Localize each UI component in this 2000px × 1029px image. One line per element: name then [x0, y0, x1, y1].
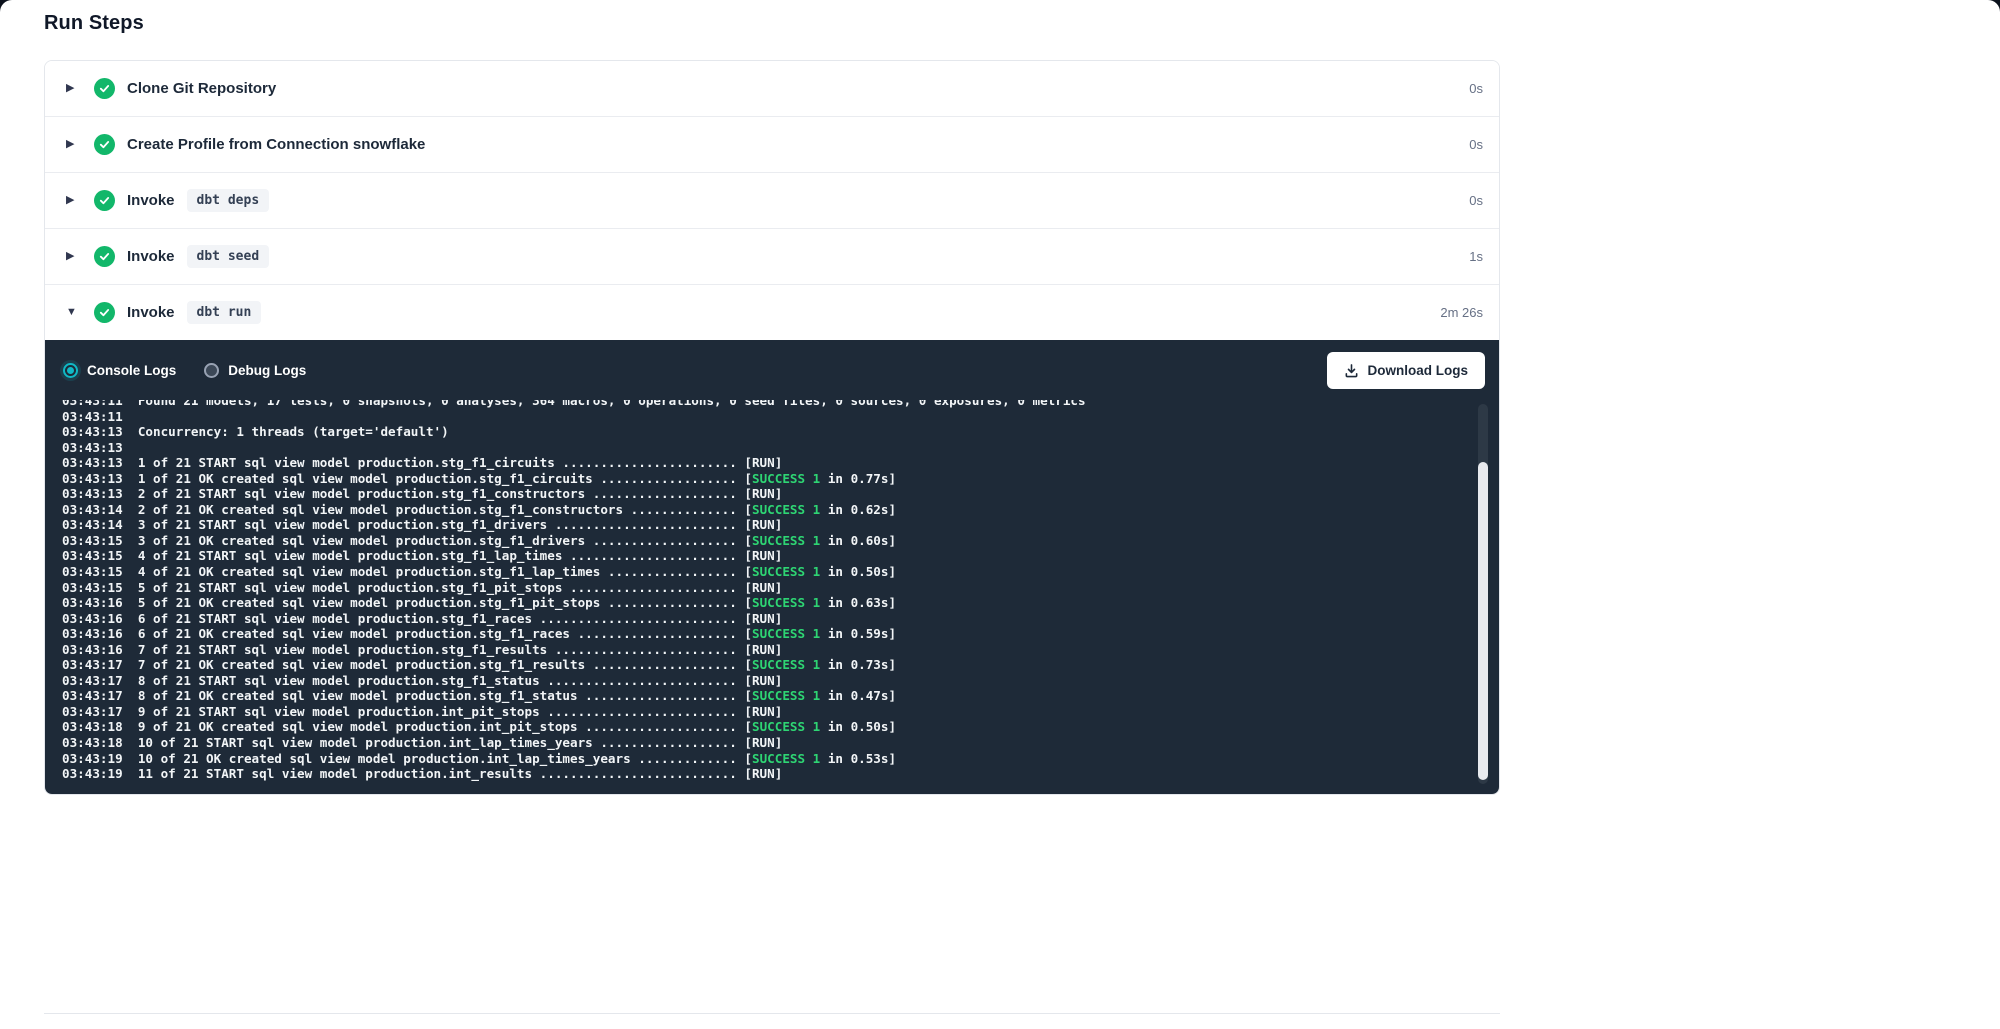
log-line: 03:43:14 3 of 21 START sql view model pr…	[62, 517, 1451, 533]
step-title: Invoke	[127, 192, 175, 209]
step-header[interactable]: Invoke dbt run 2m 26s	[45, 285, 1499, 340]
success-status: SUCCESS 1	[752, 502, 820, 517]
log-line: 03:43:15 4 of 21 OK created sql view mod…	[62, 564, 1451, 580]
caret-right-icon[interactable]	[66, 195, 81, 206]
log-line: 03:43:14 2 of 21 OK created sql view mod…	[62, 502, 1451, 518]
run-steps-list: Clone Git Repository 0s Create Profile f…	[44, 60, 1500, 795]
caret-down-icon[interactable]	[66, 307, 81, 318]
console-header: Console Logs Debug Logs Download Logs	[45, 340, 1499, 400]
success-status: SUCCESS 1	[752, 751, 820, 766]
success-status: SUCCESS 1	[752, 657, 820, 672]
log-line: 03:43:15 3 of 21 OK created sql view mod…	[62, 533, 1451, 549]
log-line: 03:43:15 4 of 21 START sql view model pr…	[62, 548, 1451, 564]
success-status: SUCCESS 1	[752, 471, 820, 486]
step-command-chip: dbt seed	[187, 245, 270, 268]
success-check-icon	[94, 190, 115, 211]
download-logs-label: Download Logs	[1368, 363, 1469, 378]
log-line: 03:43:18 10 of 21 START sql view model p…	[62, 735, 1451, 751]
step-duration: 0s	[1469, 193, 1483, 208]
success-check-icon	[94, 302, 115, 323]
step-create-profile: Create Profile from Connection snowflake…	[45, 116, 1499, 172]
step-duration: 0s	[1469, 137, 1483, 152]
step-clone-git-repository: Clone Git Repository 0s	[45, 61, 1499, 116]
log-line: 03:43:13 1 of 21 OK created sql view mod…	[62, 471, 1451, 487]
scrollbar-thumb[interactable]	[1478, 462, 1488, 780]
log-line: 03:43:11	[62, 409, 1451, 425]
log-line: 03:43:19 11 of 21 START sql view model p…	[62, 766, 1451, 782]
step-header[interactable]: Invoke dbt deps 0s	[45, 173, 1499, 228]
caret-right-icon[interactable]	[66, 83, 81, 94]
success-status: SUCCESS 1	[752, 564, 820, 579]
success-status: SUCCESS 1	[752, 595, 820, 610]
log-line: 03:43:16 6 of 21 START sql view model pr…	[62, 611, 1451, 627]
log-line: 03:43:13 2 of 21 START sql view model pr…	[62, 486, 1451, 502]
console-logs-radio[interactable]: Console Logs	[63, 363, 176, 378]
caret-right-icon[interactable]	[66, 251, 81, 262]
success-status: SUCCESS 1	[752, 533, 820, 548]
log-output[interactable]: 03:43:11 Found 21 models, 17 tests, 0 sn…	[45, 400, 1499, 794]
success-check-icon	[94, 134, 115, 155]
log-line: 03:43:13 1 of 21 START sql view model pr…	[62, 455, 1451, 471]
step-header[interactable]: Create Profile from Connection snowflake…	[45, 117, 1499, 172]
step-duration: 2m 26s	[1440, 305, 1483, 320]
success-check-icon	[94, 78, 115, 99]
success-status: SUCCESS 1	[752, 719, 820, 734]
step-dbt-seed: Invoke dbt seed 1s	[45, 228, 1499, 284]
log-line: 03:43:16 5 of 21 OK created sql view mod…	[62, 595, 1451, 611]
download-logs-button[interactable]: Download Logs	[1327, 352, 1486, 389]
log-line: 03:43:13 Concurrency: 1 threads (target=…	[62, 424, 1451, 440]
page: Run Steps Clone Git Repository 0s Create…	[0, 0, 2000, 1029]
caret-right-icon[interactable]	[66, 139, 81, 150]
log-line: 03:43:19 10 of 21 OK created sql view mo…	[62, 751, 1451, 767]
step-command-chip: dbt deps	[187, 189, 270, 212]
log-line: 03:43:16 7 of 21 START sql view model pr…	[62, 642, 1451, 658]
radio-unselected-icon	[204, 363, 219, 378]
log-line: 03:43:13	[62, 440, 1451, 456]
page-title: Run Steps	[44, 12, 144, 35]
step-command-chip: dbt run	[187, 301, 262, 324]
debug-logs-label: Debug Logs	[228, 363, 306, 378]
step-title: Invoke	[127, 304, 175, 321]
step-title: Invoke	[127, 248, 175, 265]
log-line: 03:43:15 5 of 21 START sql view model pr…	[62, 580, 1451, 596]
console-panel: Console Logs Debug Logs Download Logs 0	[45, 340, 1499, 794]
log-lines: 03:43:11 Found 21 models, 17 tests, 0 sn…	[62, 400, 1451, 782]
step-duration: 0s	[1469, 81, 1483, 96]
step-dbt-run: Invoke dbt run 2m 26s Console Logs Debug…	[45, 284, 1499, 794]
console-logs-label: Console Logs	[87, 363, 176, 378]
log-line: 03:43:17 7 of 21 OK created sql view mod…	[62, 657, 1451, 673]
step-header[interactable]: Invoke dbt seed 1s	[45, 229, 1499, 284]
step-dbt-deps: Invoke dbt deps 0s	[45, 172, 1499, 228]
log-line: 03:43:18 9 of 21 OK created sql view mod…	[62, 719, 1451, 735]
step-header[interactable]: Clone Git Repository 0s	[45, 61, 1499, 116]
log-line: 03:43:16 6 of 21 OK created sql view mod…	[62, 626, 1451, 642]
success-status: SUCCESS 1	[752, 626, 820, 641]
step-title: Create Profile from Connection snowflake	[127, 136, 425, 153]
log-line: 03:43:11 Found 21 models, 17 tests, 0 sn…	[62, 400, 1451, 409]
log-line: 03:43:17 8 of 21 START sql view model pr…	[62, 673, 1451, 689]
log-line: 03:43:17 8 of 21 OK created sql view mod…	[62, 688, 1451, 704]
radio-selected-icon	[63, 363, 78, 378]
success-check-icon	[94, 246, 115, 267]
step-duration: 1s	[1469, 249, 1483, 264]
success-status: SUCCESS 1	[752, 688, 820, 703]
next-step-divider	[44, 1013, 1500, 1014]
log-line: 03:43:17 9 of 21 START sql view model pr…	[62, 704, 1451, 720]
download-icon	[1344, 363, 1359, 378]
debug-logs-radio[interactable]: Debug Logs	[204, 363, 306, 378]
step-title: Clone Git Repository	[127, 80, 276, 97]
scrollbar-track[interactable]	[1478, 404, 1488, 784]
